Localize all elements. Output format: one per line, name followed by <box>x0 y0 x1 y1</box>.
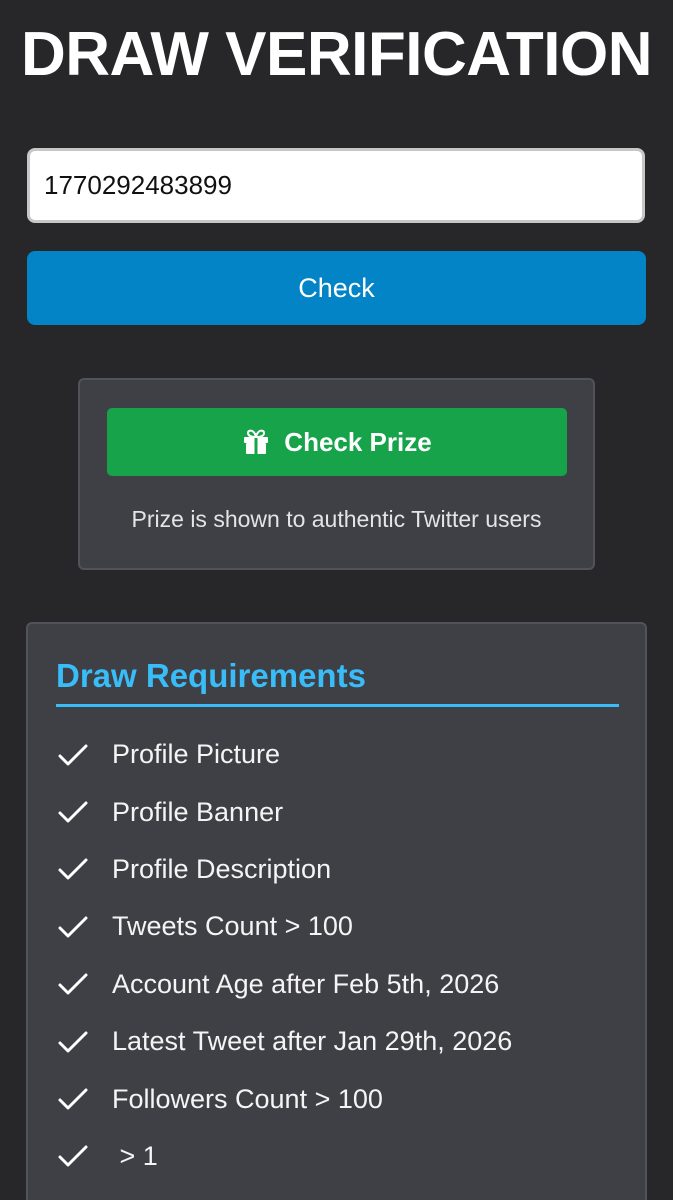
requirement-item: Tweets Count > 100 <box>56 898 512 955</box>
requirement-item: Account Age after Feb 5th, 2026 <box>56 956 512 1013</box>
check-icon <box>58 916 88 938</box>
requirement-label: Latest Tweet after Jan 29th, 2026 <box>112 1026 513 1057</box>
requirement-item: Profile Description <box>56 841 512 898</box>
requirement-item: Latest Tweet after Jan 29th, 2026 <box>56 1013 512 1070</box>
requirement-label: Profile Banner <box>112 796 284 827</box>
requirement-item: Profile Picture <box>56 726 512 783</box>
requirements-title: Draw Requirements <box>56 657 366 694</box>
requirement-label: Followers Count > 100 <box>112 1083 383 1114</box>
requirement-label: > 1 <box>112 1140 158 1171</box>
requirement-item: Followers Count > 100 <box>56 1070 512 1127</box>
check-prize-button[interactable]: Check Prize <box>107 408 567 476</box>
requirement-item: Profile Banner <box>56 783 512 840</box>
tweet-id-input[interactable] <box>27 148 645 223</box>
requirements-divider <box>56 704 619 707</box>
requirement-label: Tweets Count > 100 <box>112 911 353 942</box>
check-icon <box>58 1145 88 1167</box>
requirement-label: Account Age after Feb 5th, 2026 <box>112 968 500 999</box>
requirement-label: Profile Description <box>112 853 332 884</box>
requirements-card: Draw Requirements Profile Picture Profil… <box>26 622 647 1200</box>
check-icon <box>58 744 88 766</box>
check-icon <box>58 1031 88 1053</box>
prize-note: Prize is shown to authentic Twitter user… <box>131 506 542 532</box>
check-icon <box>58 973 88 995</box>
page: DRAW VERIFICATION Check Check Prize Priz… <box>0 0 673 1200</box>
check-button[interactable]: Check <box>27 251 646 325</box>
check-icon <box>58 801 88 823</box>
requirement-item: > 1 <box>56 1128 512 1185</box>
page-title: DRAW VERIFICATION <box>21 20 653 89</box>
check-icon <box>58 858 88 880</box>
gift-icon <box>244 429 269 454</box>
check-prize-label: Check Prize <box>284 426 432 457</box>
requirements-list: Profile Picture Profile Banner Profile D… <box>56 726 512 1185</box>
check-icon <box>58 1088 88 1110</box>
prize-panel: Check Prize Prize is shown to authentic … <box>78 378 595 570</box>
requirement-label: Profile Picture <box>112 739 281 770</box>
